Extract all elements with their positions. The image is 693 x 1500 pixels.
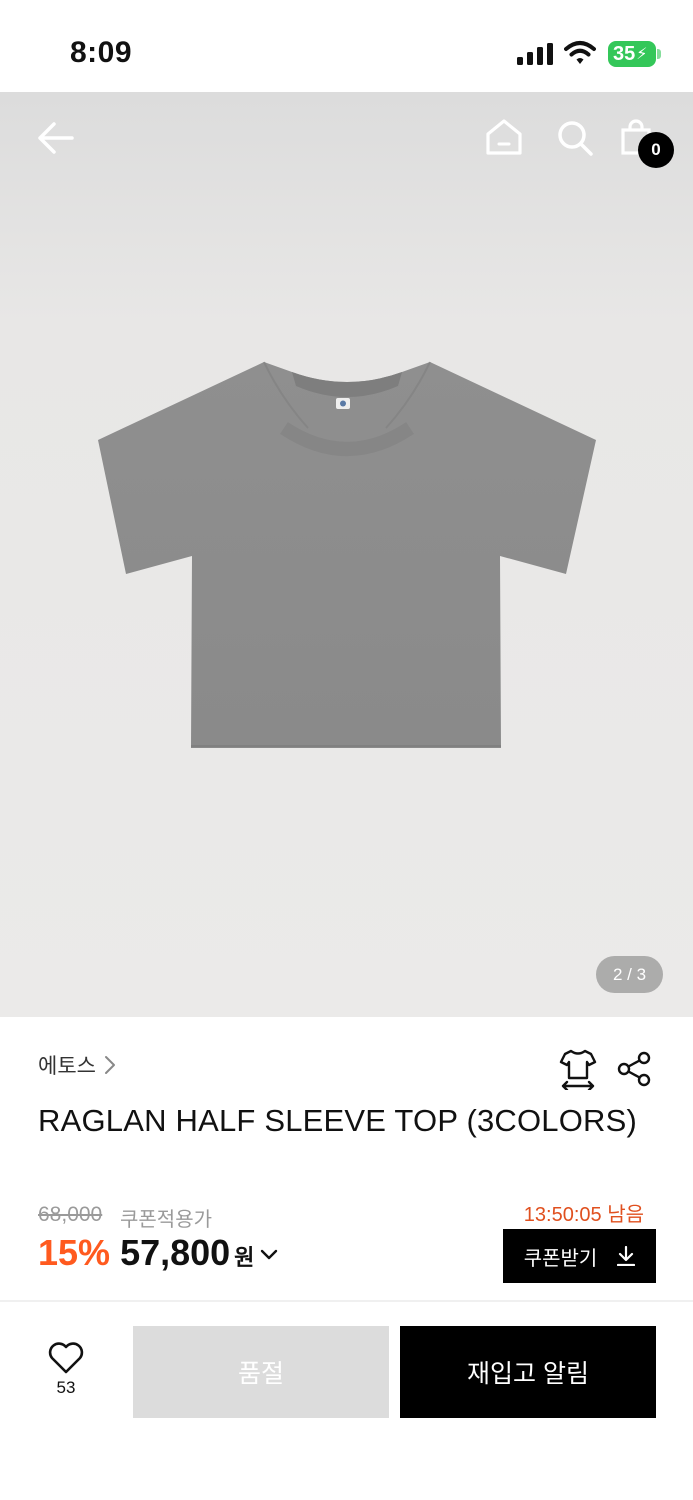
battery-icon: 35 ⚡ [608,41,656,67]
discount-rate: 15% [38,1232,111,1273]
get-coupon-button[interactable]: 쿠폰받기 [503,1229,656,1283]
product-image-gallery[interactable]: 0 2 / 3 [0,92,693,1017]
back-arrow-icon[interactable] [36,120,76,156]
coupon-countdown: 13:50:05 남음 [523,1204,644,1226]
original-price: 68,000 [38,1203,103,1226]
currency-unit: 원 [234,1245,255,1270]
restock-alert-button[interactable]: 재입고 알림 [400,1326,656,1418]
cart-count-badge[interactable]: 0 [638,132,674,168]
wifi-icon [564,41,596,64]
product-detail-page: 8:09 35 ⚡ 0 2 / 3 에토스 RAGLAN HALF SLEEVE… [0,0,693,1500]
price-row[interactable]: 15% 57,800 원 [38,1232,278,1274]
status-bar: 8:09 35 ⚡ [0,0,693,92]
download-icon [617,1246,636,1266]
chevron-down-icon[interactable] [260,1249,278,1261]
charging-bolt-icon: ⚡ [636,46,648,63]
coupon-button-label: 쿠폰받기 [523,1247,598,1270]
signal-icon [517,43,553,65]
product-image [98,361,596,748]
home-icon[interactable] [484,118,524,156]
image-pager: 2 / 3 [596,956,663,993]
product-title: RAGLAN HALF SLEEVE TOP (3COLORS) [38,1103,638,1138]
like-count: 53 [56,1378,76,1397]
section-divider [0,1300,693,1302]
coupon-price-note: 쿠폰적용가 [120,1209,212,1231]
brand-name: 에토스 [38,1055,96,1078]
search-icon[interactable] [556,119,594,157]
brand-link[interactable]: 에토스 [38,1050,116,1080]
battery-level: 35 [613,42,636,65]
like-button[interactable]: 53 [40,1342,92,1412]
soldout-button: 품절 [133,1326,389,1418]
chevron-right-icon [104,1056,115,1074]
status-time: 8:09 [70,36,133,69]
battery-cap [657,49,661,59]
share-icon[interactable] [616,1051,652,1087]
size-guide-icon[interactable] [559,1048,597,1090]
sale-price: 57,800 [120,1232,231,1273]
heart-icon [48,1342,84,1374]
